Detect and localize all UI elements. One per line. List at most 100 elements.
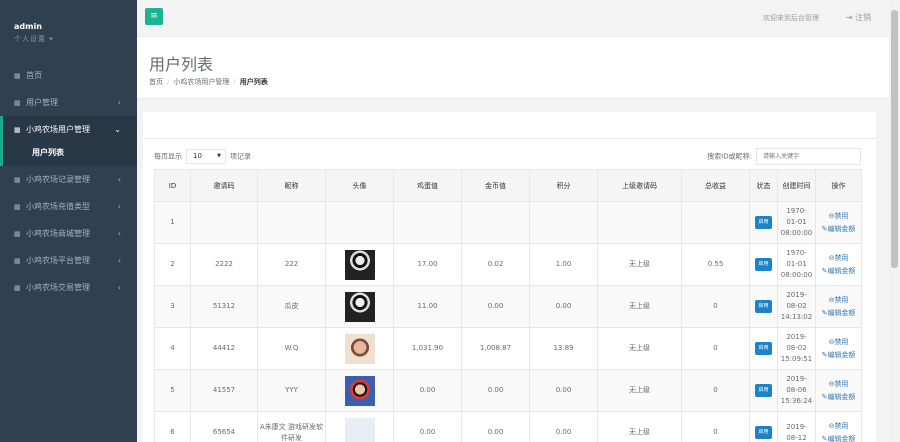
created-date-md: 01-01 <box>786 260 807 268</box>
col-created[interactable]: 创建时间 <box>777 169 816 202</box>
edit-label: 编辑金额 <box>827 392 856 401</box>
edit-amount-link[interactable]: ✎编辑金额 <box>818 433 859 442</box>
disable-label: 禁用 <box>834 295 849 304</box>
edit-label: 编辑金额 <box>827 350 856 359</box>
cell-parent-code: 无上级 <box>597 411 682 442</box>
avatar-image <box>344 291 375 322</box>
cell-income: 0 <box>681 369 750 412</box>
edit-amount-link[interactable]: ✎编辑金额 <box>818 307 859 320</box>
page-size-suffix: 项记录 <box>230 152 251 161</box>
profile-username: admin <box>14 22 42 31</box>
sidebar-item-farm-mall[interactable]: ▦ 小鸡农场商城管理 ‹ <box>0 220 137 247</box>
col-income[interactable]: 总收益 <box>681 169 750 202</box>
cell-egg-value: 0.00 <box>393 369 462 412</box>
grid-icon: ▦ <box>14 176 21 184</box>
sidebar-item-label: 小鸡农场充值类型 <box>26 202 90 211</box>
cell-parent-code: 无上级 <box>597 285 682 328</box>
sidebar-item-label: 小鸡农场交易管理 <box>26 283 90 292</box>
page-size-prefix: 每页显示 <box>154 152 182 161</box>
col-nickname[interactable]: 昵称 <box>257 169 326 202</box>
disable-link[interactable]: ⊖禁用 <box>818 252 859 265</box>
status-badge: 启用 <box>755 258 772 271</box>
sidebar-item-farm-records[interactable]: ▦ 小鸡农场记录管理 ‹ <box>0 166 137 193</box>
content-box-title <box>143 112 876 139</box>
sidebar: admin 个人设置 ▾ ▦ 首页 ▦ 用户管理 ‹ ▦ 小鸡农场用户管理 ⌄ 用户列表 … <box>0 0 137 442</box>
sidebar-subitem-user-list[interactable]: 用户列表 <box>0 143 137 166</box>
logout-link[interactable]: ⇥ 注销 <box>846 12 871 23</box>
chevron-left-icon: ‹ <box>117 98 121 107</box>
status-badge: 启用 <box>755 426 772 439</box>
cell-status: 启用 <box>749 285 778 328</box>
disable-link[interactable]: ⊖禁用 <box>818 378 859 391</box>
grid-icon: ▦ <box>14 99 21 107</box>
cell-created: 1970- 01-01 08:00:00 <box>777 201 816 244</box>
breadcrumb: 首页 / 小鸡农场用户管理 / 用户列表 <box>149 77 268 87</box>
col-parent-code[interactable]: 上级邀请码 <box>597 169 682 202</box>
breadcrumb-farm-users[interactable]: 小鸡农场用户管理 <box>173 78 229 86</box>
avatar-image <box>344 417 375 442</box>
col-coin-value[interactable]: 金币值 <box>461 169 530 202</box>
sidebar-item-user-management[interactable]: ▦ 用户管理 ‹ <box>0 89 137 116</box>
disable-label: 禁用 <box>834 421 849 430</box>
search-input[interactable] <box>756 148 861 165</box>
cell-actions: ⊖禁用 ✎编辑金额 <box>815 285 862 328</box>
status-badge: 启用 <box>755 300 772 313</box>
created-date: 2019- <box>786 375 807 383</box>
cell-egg-value: 11.00 <box>393 285 462 328</box>
sidebar-item-farm-trade[interactable]: ▦ 小鸡农场交易管理 ‹ <box>0 274 137 301</box>
edit-amount-link[interactable]: ✎编辑金额 <box>818 391 859 404</box>
cell-coin-value: 0.00 <box>461 369 530 412</box>
col-avatar[interactable]: 头像 <box>325 169 394 202</box>
disable-link[interactable]: ⊖禁用 <box>818 210 859 223</box>
cell-nickname: 瓜皮 <box>257 285 326 328</box>
col-id[interactable]: ID <box>154 169 191 202</box>
disable-link[interactable]: ⊖禁用 <box>818 336 859 349</box>
edit-amount-link[interactable]: ✎编辑金额 <box>818 349 859 362</box>
menu-toggle-button[interactable]: ≡ <box>145 8 163 25</box>
created-date-md: 08-12 <box>786 433 807 442</box>
created-date-md: 08-02 <box>786 344 807 352</box>
cell-created: 2019- 08-06 15:36:24 <box>777 369 816 412</box>
created-date-md: 08-02 <box>786 302 807 310</box>
avatar-image <box>344 333 375 364</box>
col-created-label: 创建时间 <box>782 181 811 190</box>
edit-amount-link[interactable]: ✎编辑金额 <box>818 223 859 236</box>
cell-id: 6 <box>154 411 191 442</box>
col-points[interactable]: 积分 <box>529 169 598 202</box>
created-date-md: 08-06 <box>786 386 807 394</box>
sidebar-item-farm-platform[interactable]: ▦ 小鸡农场平台管理 ‹ <box>0 247 137 274</box>
cell-parent-code: 无上级 <box>597 369 682 412</box>
page-size-select[interactable]: 10 ▼ <box>186 149 226 164</box>
cell-income: 0.55 <box>681 243 750 286</box>
sidebar-item-farm-users[interactable]: ▦ 小鸡农场用户管理 ⌄ <box>0 116 137 143</box>
page-scrollbar[interactable] <box>889 0 900 442</box>
sidebar-item-label: 用户管理 <box>26 98 58 107</box>
edit-amount-link[interactable]: ✎编辑金额 <box>818 265 859 278</box>
cell-parent-code: 无上级 <box>597 243 682 286</box>
cell-coin-value: 0.00 <box>461 411 530 442</box>
cell-income: 0 <box>681 327 750 370</box>
cell-actions: ⊖禁用 ✎编辑金额 <box>815 327 862 370</box>
avatar-image <box>344 249 375 280</box>
cell-avatar <box>325 369 394 412</box>
created-time: 08:00:00 <box>780 229 813 237</box>
sidebar-item-home[interactable]: ▦ 首页 <box>0 62 137 89</box>
breadcrumb-home[interactable]: 首页 <box>149 78 163 86</box>
scrollbar-thumb[interactable] <box>891 10 898 268</box>
table-row: 4 44412 W.Q 1,031.90 1,008.87 13.89 无上级 0 启用 2019… <box>154 327 862 370</box>
col-invite-code[interactable]: 邀请码 <box>190 169 258 202</box>
cell-invite-code: 2222 <box>190 243 258 286</box>
cell-actions: ⊖禁用 ✎编辑金额 <box>815 411 862 442</box>
disable-link[interactable]: ⊖禁用 <box>818 420 859 433</box>
edit-label: 编辑金额 <box>827 434 856 442</box>
disable-link[interactable]: ⊖禁用 <box>818 294 859 307</box>
col-status[interactable]: 状态 <box>749 169 778 202</box>
table-row: 1 启用 1970- 01-01 08:00:00 ⊖禁用 ✎编辑金额 <box>154 201 862 244</box>
col-egg-value[interactable]: 鸡蛋值 <box>393 169 462 202</box>
profile-settings-menu[interactable]: 个人设置 ▾ <box>14 34 137 44</box>
sidebar-item-farm-recharge[interactable]: ▦ 小鸡农场充值类型 ‹ <box>0 193 137 220</box>
sidebar-item-label: 小鸡农场用户管理 <box>26 125 90 134</box>
content-box: 每页显示10▼项记录 搜索ID或昵称: ID 邀请码 昵称 头像 鸡蛋值 金币值… <box>143 112 876 442</box>
page-header: 用户列表 首页 / 小鸡农场用户管理 / 用户列表 <box>137 37 889 99</box>
created-date: 2019- <box>786 333 807 341</box>
